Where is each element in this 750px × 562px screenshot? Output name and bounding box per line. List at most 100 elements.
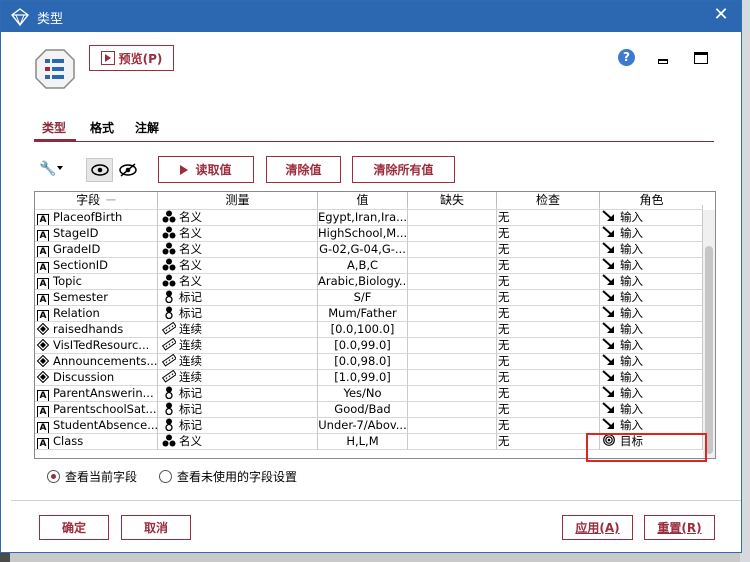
values-cell[interactable]: Good/Bad bbox=[318, 402, 408, 418]
missing-cell[interactable] bbox=[408, 322, 497, 338]
clear-values-button[interactable]: 清除值 bbox=[266, 156, 341, 183]
field-name-cell[interactable]: raisedhands bbox=[35, 322, 158, 338]
values-cell[interactable]: Arabic,Biology... bbox=[318, 274, 408, 290]
clear-all-values-button[interactable]: 清除所有值 bbox=[352, 156, 455, 183]
vertical-scrollbar[interactable] bbox=[703, 210, 715, 458]
role-cell[interactable]: 输入 bbox=[600, 274, 703, 290]
table-row[interactable]: raisedhands 连续 [0.0,100.0] 无 输入 bbox=[35, 322, 703, 338]
measure-cell[interactable]: 名义 bbox=[158, 210, 318, 226]
measure-cell[interactable]: 连续 bbox=[158, 370, 318, 386]
minimize-icon[interactable] bbox=[658, 59, 668, 64]
values-cell[interactable]: HighSchool,M... bbox=[318, 226, 408, 242]
missing-cell[interactable] bbox=[408, 210, 497, 226]
missing-cell[interactable] bbox=[408, 354, 497, 370]
measure-cell[interactable]: 名义 bbox=[158, 274, 318, 290]
table-row[interactable]: A SectionID 名义 A,B,C 无 输入 bbox=[35, 258, 703, 274]
measure-cell[interactable]: 名义 bbox=[158, 258, 318, 274]
role-cell[interactable]: 输入 bbox=[600, 226, 703, 242]
measure-cell[interactable]: 标记 bbox=[158, 290, 318, 306]
measure-cell[interactable]: 标记 bbox=[158, 402, 318, 418]
role-cell[interactable]: 输入 bbox=[600, 306, 703, 322]
check-cell[interactable]: 无 bbox=[497, 306, 600, 322]
values-cell[interactable]: Yes/No bbox=[318, 386, 408, 402]
values-cell[interactable]: [0.0,100.0] bbox=[318, 322, 408, 338]
tab-type[interactable]: 类型 bbox=[42, 119, 66, 136]
table-row[interactable]: A StageID 名义 HighSchool,M... 无 输入 bbox=[35, 226, 703, 242]
measure-cell[interactable]: 标记 bbox=[158, 386, 318, 402]
field-name-cell[interactable]: Announcements... bbox=[35, 354, 158, 370]
field-name-cell[interactable]: A GradeID bbox=[35, 242, 158, 258]
values-cell[interactable]: G-02,G-04,G-... bbox=[318, 242, 408, 258]
table-row[interactable]: A ParentAnswerin... 标记 Yes/No 无 输入 bbox=[35, 386, 703, 402]
measure-cell[interactable]: 名义 bbox=[158, 434, 318, 450]
radio-selected[interactable] bbox=[47, 470, 60, 483]
values-cell[interactable]: [0.0,98.0] bbox=[318, 354, 408, 370]
role-cell[interactable]: 输入 bbox=[600, 242, 703, 258]
values-cell[interactable]: H,L,M bbox=[318, 434, 408, 450]
close-icon[interactable]: ✕ bbox=[709, 4, 733, 25]
role-cell[interactable]: 输入 bbox=[600, 258, 703, 274]
role-cell[interactable]: 输入 bbox=[600, 354, 703, 370]
field-name-cell[interactable]: A ParentAnswerin... bbox=[35, 386, 158, 402]
field-name-cell[interactable]: A StudentAbsence... bbox=[35, 418, 158, 434]
role-cell[interactable]: 输入 bbox=[600, 418, 703, 434]
cancel-button[interactable]: 取消 bbox=[121, 515, 191, 540]
check-cell[interactable]: 无 bbox=[497, 418, 600, 434]
role-cell[interactable]: 输入 bbox=[600, 322, 703, 338]
tab-format[interactable]: 格式 bbox=[90, 119, 114, 136]
show-fields-eye-icon[interactable] bbox=[86, 158, 113, 182]
wrench-icon[interactable]: 🔧 bbox=[39, 161, 56, 177]
help-icon[interactable]: ? bbox=[618, 49, 635, 66]
check-cell[interactable]: 无 bbox=[497, 274, 600, 290]
missing-cell[interactable] bbox=[408, 258, 497, 274]
missing-cell[interactable] bbox=[408, 290, 497, 306]
measure-cell[interactable]: 连续 bbox=[158, 338, 318, 354]
measure-cell[interactable]: 名义 bbox=[158, 226, 318, 242]
check-cell[interactable]: 无 bbox=[497, 354, 600, 370]
table-row[interactable]: A PlaceofBirth 名义 Egypt,Iran,Ira... 无 输入 bbox=[35, 210, 703, 226]
check-cell[interactable]: 无 bbox=[497, 290, 600, 306]
role-cell[interactable]: 输入 bbox=[600, 370, 703, 386]
measure-cell[interactable]: 名义 bbox=[158, 242, 318, 258]
check-cell[interactable]: 无 bbox=[497, 386, 600, 402]
measure-cell[interactable]: 标记 bbox=[158, 418, 318, 434]
check-cell[interactable]: 无 bbox=[497, 210, 600, 226]
missing-cell[interactable] bbox=[408, 418, 497, 434]
missing-cell[interactable] bbox=[408, 386, 497, 402]
field-name-cell[interactable]: A Semester bbox=[35, 290, 158, 306]
ok-button[interactable]: 确定 bbox=[39, 515, 109, 540]
read-values-button[interactable]: 读取值 bbox=[158, 156, 254, 183]
maximize-icon[interactable] bbox=[694, 52, 708, 64]
table-row[interactable]: A Topic 名义 Arabic,Biology... 无 输入 bbox=[35, 274, 703, 290]
chevron-down-icon[interactable] bbox=[57, 166, 63, 170]
hide-fields-eye-icon[interactable] bbox=[117, 158, 139, 182]
field-name-cell[interactable]: A PlaceofBirth bbox=[35, 210, 158, 226]
view-unused-fields-option[interactable]: 查看未使用的字段设置 bbox=[159, 468, 297, 485]
table-row[interactable]: A ParentschoolSat... 标记 Good/Bad 无 输入 bbox=[35, 402, 703, 418]
field-name-cell[interactable]: A StageID bbox=[35, 226, 158, 242]
missing-cell[interactable] bbox=[408, 338, 497, 354]
measure-cell[interactable]: 标记 bbox=[158, 306, 318, 322]
measure-cell[interactable]: 连续 bbox=[158, 354, 318, 370]
check-cell[interactable]: 无 bbox=[497, 370, 600, 386]
check-cell[interactable]: 无 bbox=[497, 338, 600, 354]
missing-cell[interactable] bbox=[408, 370, 497, 386]
table-row[interactable]: A Semester 标记 S/F 无 输入 bbox=[35, 290, 703, 306]
check-cell[interactable]: 无 bbox=[497, 402, 600, 418]
tab-annotation[interactable]: 注解 bbox=[135, 119, 159, 136]
role-cell[interactable]: 输入 bbox=[600, 290, 703, 306]
table-row[interactable]: VisITedResourc... 连续 [0.0,99.0] 无 输入 bbox=[35, 338, 703, 354]
table-row[interactable]: Announcements... 连续 [0.0,98.0] 无 输入 bbox=[35, 354, 703, 370]
table-row[interactable]: Discussion 连续 [1.0,99.0] 无 输入 bbox=[35, 370, 703, 386]
values-cell[interactable]: S/F bbox=[318, 290, 408, 306]
missing-cell[interactable] bbox=[408, 242, 497, 258]
role-cell[interactable]: 输入 bbox=[600, 210, 703, 226]
field-name-cell[interactable]: A ParentschoolSat... bbox=[35, 402, 158, 418]
scrollbar-thumb[interactable] bbox=[705, 246, 713, 454]
check-cell[interactable]: 无 bbox=[497, 226, 600, 242]
values-cell[interactable]: A,B,C bbox=[318, 258, 408, 274]
values-cell[interactable]: Mum/Father bbox=[318, 306, 408, 322]
field-name-cell[interactable]: A Class bbox=[35, 434, 158, 450]
check-cell[interactable]: 无 bbox=[497, 434, 600, 450]
values-cell[interactable]: [0.0,99.0] bbox=[318, 338, 408, 354]
